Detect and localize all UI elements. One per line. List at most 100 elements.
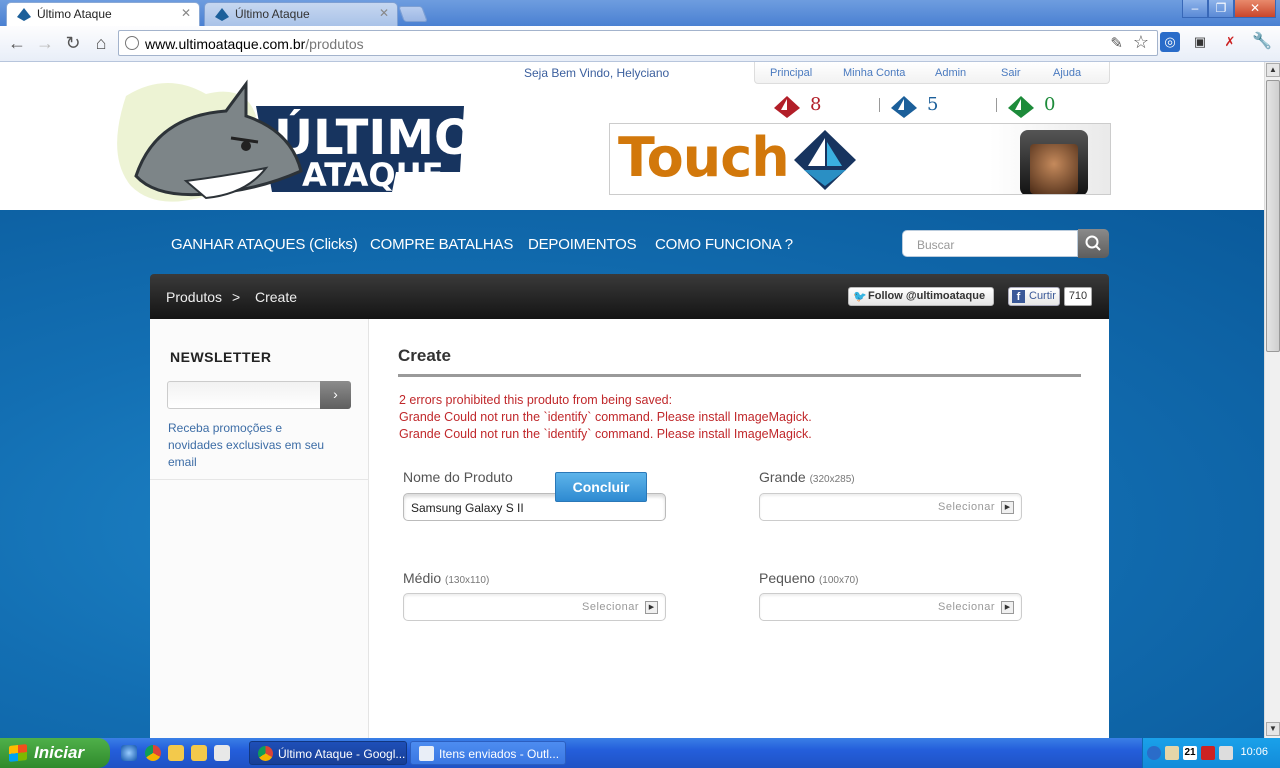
page-wrench-icon[interactable]: ✎ [1110,34,1123,52]
tab-close-icon[interactable]: ✕ [379,6,389,20]
newsletter-description: Receba promoções e novidades exclusivas … [168,421,325,469]
minimize-button[interactable]: – [1182,0,1208,18]
top-menu-principal[interactable]: Principal [770,67,812,79]
url-path: /produtos [305,36,364,52]
close-window-button[interactable]: ✕ [1234,0,1276,18]
site-logo[interactable]: ÚLTIMO ATAQUE [96,76,476,216]
svg-text:ATAQUE: ATAQUE [302,156,443,194]
product-form: Create 2 errors prohibited this produto … [370,319,1109,738]
grande-label-text: Grande [759,469,806,485]
title-divider [398,374,1081,377]
forward-icon[interactable]: → [34,32,56,54]
green-ship-icon [1008,96,1034,118]
speaker-icon[interactable] [1219,746,1233,760]
error-item: Grande Could not run the `identify` comm… [399,427,812,441]
reload-icon[interactable]: ↻ [62,32,84,54]
scroll-down-icon[interactable]: ▼ [1266,722,1280,736]
url-host: www.ultimoataque.com.br [145,36,306,52]
medio-file-input[interactable]: Selecionar ▶ [403,593,666,621]
scroll-up-icon[interactable]: ▲ [1266,63,1280,77]
breadcrumb-produtos[interactable]: Produtos [166,289,222,305]
error-messages: 2 errors prohibited this produto from be… [399,392,812,443]
nav-ganhar-ataques[interactable]: GANHAR ATAQUES (Clicks) [171,236,358,253]
phone-image [1020,130,1088,194]
counter-divider [996,98,997,112]
maximize-button[interactable]: ❐ [1208,0,1234,18]
medio-label-text: Médio [403,570,442,586]
browser-tab-active[interactable]: Último Ataque ✕ [6,2,200,26]
page-scrollbar[interactable]: ▲ ▼ [1264,62,1280,738]
top-menu-ajuda[interactable]: Ajuda [1053,67,1081,79]
grande-label: Grande (320x285) [759,469,855,485]
newsletter-title: NEWSLETTER [170,349,272,365]
search-input[interactable]: Buscar [902,230,1078,257]
extension-icon[interactable]: ◎ [1160,32,1180,52]
shark-favicon-icon [17,8,31,21]
clock: 10:06 [1240,746,1268,758]
user-icon[interactable] [1165,746,1179,760]
network-icon[interactable] [1147,746,1161,760]
extension-icon[interactable]: ▣ [1190,32,1210,52]
content-panel: NEWSLETTER › Receba promoções e novidade… [150,319,1109,738]
newsletter-submit-button[interactable]: › [320,381,351,409]
banner-title: Touch [618,126,790,189]
select-file-label: Selecionar [938,601,995,613]
error-item: Grande Could not run the `identify` comm… [399,410,812,424]
red-ship-icon [774,96,800,118]
select-file-label: Selecionar [582,601,639,613]
bookmark-star-icon[interactable]: ☆ [1133,32,1149,53]
sidebar: NEWSLETTER › Receba promoções e novidade… [150,319,369,738]
ad-banner[interactable]: Touch [609,123,1111,195]
nav-depoimentos[interactable]: DEPOIMENTOS [528,236,637,253]
top-menu-sair[interactable]: Sair [1001,67,1021,79]
start-button[interactable]: Iniciar [0,738,110,768]
alert-icon[interactable] [1201,746,1215,760]
concluir-button[interactable]: Concluir [555,472,647,502]
folder-quicklaunch-icon[interactable] [191,745,207,761]
desktop-quicklaunch-icon[interactable] [214,745,230,761]
top-menu-minha-conta[interactable]: Minha Conta [843,67,905,79]
back-icon[interactable]: ← [6,32,28,54]
nav-compre-batalhas[interactable]: COMPRE BATALHAS [370,236,513,253]
nome-label-text: Nome do Produto [403,469,513,485]
twitter-follow-button[interactable]: 🐦 Follow @ultimoataque [848,287,994,306]
error-summary: 2 errors prohibited this produto from be… [399,393,673,407]
globe-icon [125,36,139,50]
newsletter-email-input[interactable] [167,381,321,409]
facebook-like-button[interactable]: f Curtir [1008,287,1060,306]
address-bar[interactable]: www.ultimoataque.com.br/produtos ✎ ☆ [118,30,1158,56]
browser-tab-inactive[interactable]: Último Ataque ✕ [204,2,398,26]
like-label: Curtir [1029,290,1056,302]
windows-logo-icon [9,744,27,762]
taskbar-chrome-window[interactable]: Último Ataque - Googl... [249,741,407,765]
search-icon [1085,235,1101,251]
grande-file-input[interactable]: Selecionar ▶ [759,493,1022,521]
tab-close-icon[interactable]: ✕ [181,6,191,20]
search-button[interactable] [1078,229,1109,258]
browser-titlebar: Último Ataque ✕ Último Ataque ✕ – ❐ ✕ [0,0,1280,26]
welcome-message: Seja Bem Vindo, Helyciano [524,66,670,80]
play-arrow-icon: ▶ [1001,601,1014,614]
home-icon[interactable]: ⌂ [90,32,112,54]
pequeno-label: Pequeno (100x70) [759,570,858,586]
ie-quicklaunch-icon[interactable] [121,745,137,761]
folder-quicklaunch-icon[interactable] [168,745,184,761]
system-tray: 21 10:06 [1142,738,1280,768]
task-label: Último Ataque - Googl... [278,747,406,761]
chrome-quicklaunch-icon[interactable] [145,745,161,761]
wrench-menu-icon[interactable]: 🔧 [1252,32,1272,52]
top-menu-admin[interactable]: Admin [935,67,966,79]
like-count: 710 [1064,287,1092,306]
chrome-icon [258,746,273,761]
calendar-icon[interactable]: 21 [1183,746,1197,760]
nav-como-funciona[interactable]: COMO FUNCIONA ? [655,236,793,253]
scrollbar-thumb[interactable] [1266,80,1280,352]
extension-icon[interactable]: ✗ [1220,32,1240,52]
taskbar-outlook-window[interactable]: Itens enviados - Outl... [410,741,566,765]
new-tab-button[interactable] [398,6,428,22]
browser-toolbar: ← → ↻ ⌂ www.ultimoataque.com.br/produtos… [0,26,1280,62]
pequeno-size-hint: (100x70) [818,575,859,586]
pequeno-file-input[interactable]: Selecionar ▶ [759,593,1022,621]
medio-size-hint: (130x110) [445,575,490,586]
counter-divider [879,98,880,112]
